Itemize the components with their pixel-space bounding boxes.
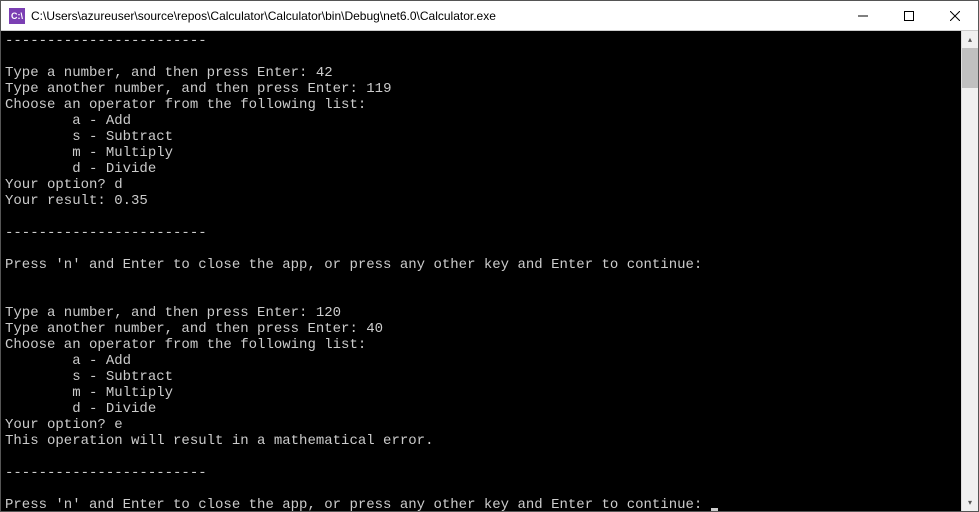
option-add: a - Add: [5, 113, 131, 129]
prompt-num2: Type another number, and then press Ente…: [5, 81, 366, 97]
window-title: C:\Users\azureuser\source\repos\Calculat…: [31, 9, 840, 23]
titlebar: C:\ C:\Users\azureuser\source\repos\Calc…: [1, 1, 978, 31]
option-prompt: Your option?: [5, 177, 114, 193]
scrollbar-up-arrow-icon[interactable]: ▴: [962, 31, 978, 48]
option-subtract: s - Subtract: [5, 129, 173, 145]
input-num1: 120: [316, 305, 341, 321]
close-button[interactable]: [932, 1, 978, 30]
option-subtract: s - Subtract: [5, 369, 173, 385]
prompt-num1: Type a number, and then press Enter:: [5, 65, 316, 81]
scrollbar-thumb[interactable]: [962, 48, 978, 88]
result-value: 0.35: [114, 193, 148, 209]
option-prompt: Your option?: [5, 417, 114, 433]
continue-prompt: Press 'n' and Enter to close the app, or…: [5, 257, 711, 273]
cursor: [711, 508, 718, 511]
prompt-num2: Type another number, and then press Ente…: [5, 321, 366, 337]
choose-operator-text: Choose an operator from the following li…: [5, 97, 366, 113]
scrollbar-down-arrow-icon[interactable]: ▾: [962, 494, 978, 511]
option-divide: d - Divide: [5, 401, 156, 417]
option-multiply: m - Multiply: [5, 385, 173, 401]
choose-operator-text: Choose an operator from the following li…: [5, 337, 366, 353]
option-divide: d - Divide: [5, 161, 156, 177]
input-num2: 40: [366, 321, 383, 337]
vertical-scrollbar[interactable]: ▴ ▾: [961, 31, 978, 511]
option-value: d: [114, 177, 122, 193]
input-num1: 42: [316, 65, 333, 81]
maximize-button[interactable]: [886, 1, 932, 30]
console-wrapper: ------------------------ Type a number, …: [1, 31, 978, 511]
result-label: Your result:: [5, 193, 114, 209]
separator: ------------------------: [5, 225, 207, 241]
window-controls: [840, 1, 978, 30]
option-add: a - Add: [5, 353, 131, 369]
separator: ------------------------: [5, 33, 207, 49]
app-icon: C:\: [9, 8, 25, 24]
option-multiply: m - Multiply: [5, 145, 173, 161]
prompt-num1: Type a number, and then press Enter:: [5, 305, 316, 321]
continue-prompt: Press 'n' and Enter to close the app, or…: [5, 497, 711, 511]
console-output[interactable]: ------------------------ Type a number, …: [1, 31, 961, 511]
option-value: e: [114, 417, 122, 433]
minimize-button[interactable]: [840, 1, 886, 30]
separator: ------------------------: [5, 465, 207, 481]
error-message: This operation will result in a mathemat…: [5, 433, 433, 449]
input-num2: 119: [366, 81, 391, 97]
